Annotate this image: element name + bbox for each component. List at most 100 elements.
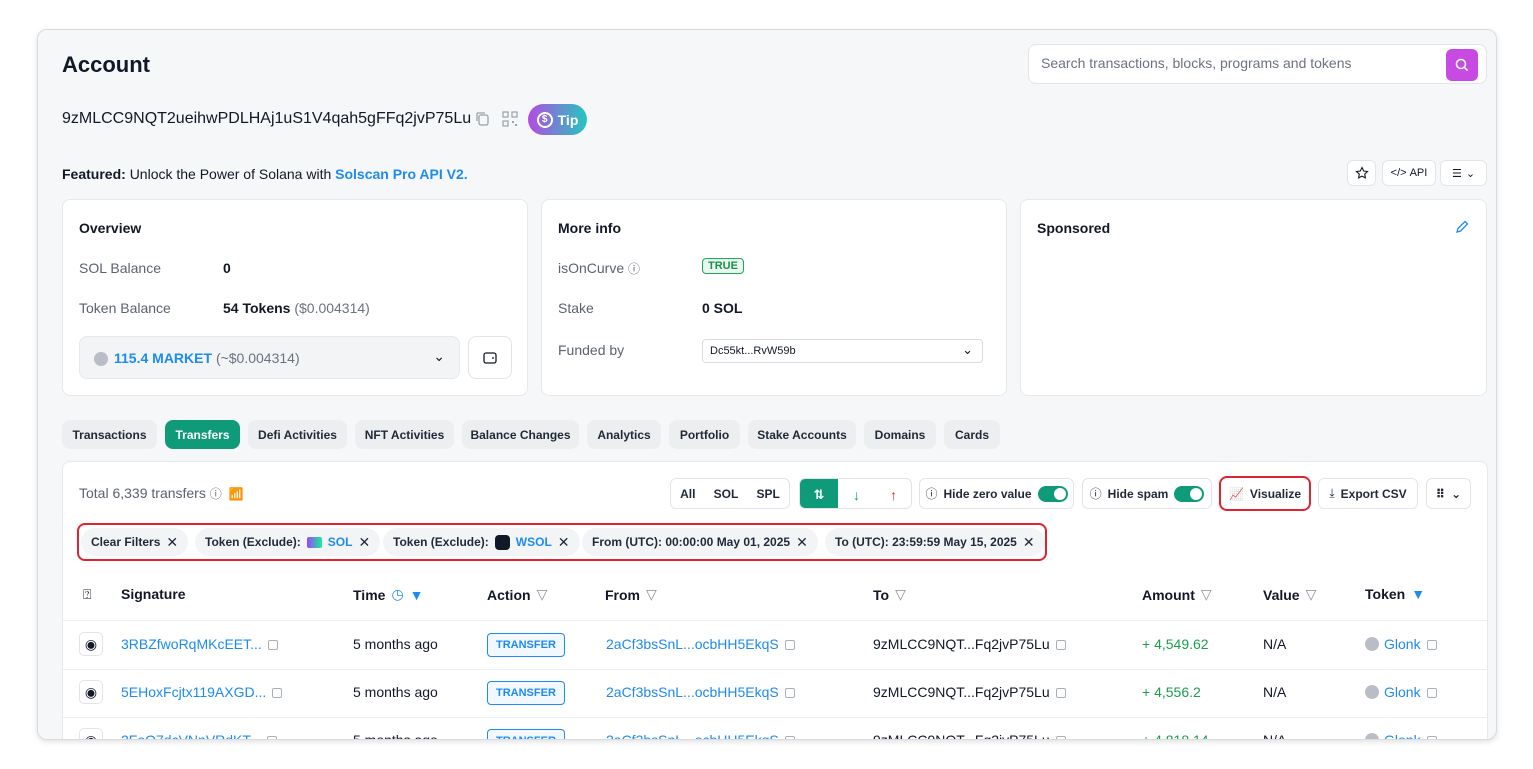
- copy-icon[interactable]: [1426, 688, 1437, 699]
- copy-icon[interactable]: [784, 688, 795, 699]
- from-link[interactable]: 2aCf3bsSnL...ocbHH5EkqS: [606, 636, 779, 652]
- copy-icon[interactable]: [1055, 688, 1066, 699]
- from-date-chip[interactable]: From (UTC): 00:00:00 May 01, 2025 ✕: [582, 528, 818, 556]
- filter-icon[interactable]: ▽: [1201, 586, 1212, 603]
- featured-link[interactable]: Solscan Pro API V2.: [335, 166, 468, 182]
- from-link[interactable]: 2aCf3bsSnL...ocbHH5EkqS: [606, 684, 779, 700]
- copy-icon[interactable]: [474, 110, 492, 128]
- to-date-label: To (UTC): 23:59:59 May 15, 2025: [835, 535, 1017, 549]
- dollar-icon: $: [536, 111, 553, 128]
- token-cell[interactable]: Glonk: [1365, 732, 1437, 739]
- filter-all[interactable]: All: [680, 487, 695, 501]
- columns-menu-button[interactable]: ⠿ ⌄: [1426, 478, 1471, 509]
- eye-icon[interactable]: ◉: [79, 680, 103, 704]
- signature-cell[interactable]: 2FoQ7dcVNnVRdKT...: [121, 732, 278, 739]
- col-to: To ▽: [873, 586, 906, 603]
- copy-icon[interactable]: [1426, 640, 1437, 651]
- from-cell[interactable]: 2aCf3bsSnL...ocbHH5EkqS: [606, 684, 795, 700]
- funded-by-select[interactable]: Dc55kt...RvW59b ⌄: [702, 339, 983, 363]
- star-icon: [1354, 166, 1369, 179]
- search-button[interactable]: [1446, 49, 1478, 81]
- direction-out-icon[interactable]: ↑: [875, 479, 911, 508]
- visualize-button[interactable]: 📈 Visualize: [1219, 476, 1311, 511]
- tab-transfers[interactable]: Transfers: [165, 420, 240, 449]
- filter-icon[interactable]: ▽: [537, 586, 548, 603]
- token-link[interactable]: Glonk: [1384, 684, 1421, 700]
- filter-sol[interactable]: SOL: [714, 487, 739, 501]
- hide-spam-switch[interactable]: [1174, 485, 1205, 502]
- copy-icon[interactable]: [272, 688, 283, 699]
- close-icon[interactable]: ✕: [166, 534, 178, 551]
- from-cell[interactable]: 2aCf3bsSnL...ocbHH5EkqS: [606, 732, 795, 739]
- close-icon[interactable]: ✕: [358, 534, 370, 551]
- signature-link[interactable]: 5EHoxFcjtx119AXGD...: [121, 684, 266, 700]
- to-date-chip[interactable]: To (UTC): 23:59:59 May 15, 2025 ✕: [825, 528, 1045, 556]
- token-exclude-sol-chip[interactable]: Token (Exclude): SOL ✕: [195, 528, 381, 556]
- favorite-button[interactable]: [1347, 160, 1376, 186]
- tab-nft-activities[interactable]: NFT Activities: [355, 420, 454, 449]
- hide-zero-value-toggle[interactable]: ⓘ Hide zero value: [919, 478, 1074, 509]
- copy-icon[interactable]: [267, 736, 278, 739]
- search-input[interactable]: [1041, 55, 1441, 71]
- copy-icon[interactable]: [1426, 736, 1437, 739]
- edit-icon[interactable]: [1454, 219, 1470, 235]
- token-balance-usd: ($0.004314): [294, 300, 370, 316]
- token-link[interactable]: Glonk: [1384, 636, 1421, 652]
- signature-link[interactable]: 3RBZfwoRqMKcEET...: [121, 636, 262, 652]
- filter-icon[interactable]: ▽: [646, 586, 657, 603]
- copy-icon[interactable]: [267, 640, 278, 651]
- help-icon[interactable]: ⍰: [83, 586, 91, 603]
- filter-icon[interactable]: ▽: [895, 586, 906, 603]
- signature-link[interactable]: 2FoQ7dcVNnVRdKT...: [121, 732, 261, 739]
- filter-active-icon[interactable]: ▼: [410, 587, 424, 603]
- tab-defi-activities[interactable]: Defi Activities: [248, 420, 347, 449]
- eye-icon[interactable]: ◉: [79, 728, 103, 739]
- token-exclude-value: WSOL: [515, 535, 552, 549]
- tab-analytics[interactable]: Analytics: [587, 420, 661, 449]
- qr-code-icon[interactable]: [501, 110, 519, 128]
- clear-filters-chip[interactable]: Clear Filters ✕: [81, 528, 189, 556]
- export-csv-button[interactable]: ⤓ Export CSV: [1318, 478, 1418, 509]
- signature-cell[interactable]: 5EHoxFcjtx119AXGD...: [121, 684, 283, 700]
- chart-icon[interactable]: 📶: [229, 487, 244, 501]
- copy-icon[interactable]: [1055, 640, 1066, 651]
- api-button[interactable]: </> API: [1382, 160, 1436, 186]
- close-icon[interactable]: ✕: [1023, 534, 1035, 551]
- more-info-card: More info isOnCurve ⓘ TRUE Stake 0 SOL F…: [541, 199, 1007, 396]
- tab-balance-changes[interactable]: Balance Changes: [462, 420, 579, 449]
- direction-in-icon[interactable]: ↓: [838, 479, 875, 508]
- filter-active-icon[interactable]: ▼: [1411, 586, 1425, 602]
- copy-icon[interactable]: [784, 640, 795, 651]
- table-row: ◉ 3RBZfwoRqMKcEET... 5 months ago TRANSF…: [63, 621, 1489, 669]
- token-cell[interactable]: Glonk: [1365, 636, 1437, 652]
- page-title: Account: [62, 52, 150, 77]
- token-exclude-wsol-chip[interactable]: Token (Exclude): WSOL ✕: [383, 528, 580, 556]
- tab-stake-accounts[interactable]: Stake Accounts: [748, 420, 856, 449]
- close-icon[interactable]: ✕: [558, 534, 570, 551]
- clock-icon[interactable]: ◷: [391, 586, 403, 603]
- copy-icon[interactable]: [784, 736, 795, 739]
- copy-icon[interactable]: [1055, 736, 1066, 739]
- tab-transactions[interactable]: Transactions: [62, 420, 157, 449]
- direction-both-icon[interactable]: ⇅: [800, 479, 838, 508]
- filter-spl[interactable]: SPL: [757, 487, 780, 501]
- search-box[interactable]: [1028, 44, 1487, 84]
- wallet-button[interactable]: [468, 336, 512, 379]
- token-select[interactable]: 115.4 MARKET (~$0.004314) ⌄: [79, 336, 460, 379]
- tip-label: Tip: [557, 111, 579, 128]
- token-link[interactable]: Glonk: [1384, 732, 1421, 739]
- menu-dropdown-button[interactable]: ☰ ⌄: [1440, 160, 1487, 186]
- from-cell[interactable]: 2aCf3bsSnL...ocbHH5EkqS: [606, 636, 795, 652]
- close-icon[interactable]: ✕: [796, 534, 808, 551]
- tab-domains[interactable]: Domains: [864, 420, 936, 449]
- signature-cell[interactable]: 3RBZfwoRqMKcEET...: [121, 636, 278, 652]
- eye-icon[interactable]: ◉: [79, 632, 103, 656]
- filter-icon[interactable]: ▽: [1306, 586, 1317, 603]
- tab-cards[interactable]: Cards: [944, 420, 1000, 449]
- tab-portfolio[interactable]: Portfolio: [669, 420, 740, 449]
- tip-button[interactable]: $ Tip: [528, 104, 587, 135]
- token-cell[interactable]: Glonk: [1365, 684, 1437, 700]
- hide-spam-toggle[interactable]: ⓘ Hide spam: [1082, 478, 1212, 509]
- hide-zero-switch[interactable]: [1037, 485, 1068, 502]
- from-link[interactable]: 2aCf3bsSnL...ocbHH5EkqS: [606, 732, 779, 739]
